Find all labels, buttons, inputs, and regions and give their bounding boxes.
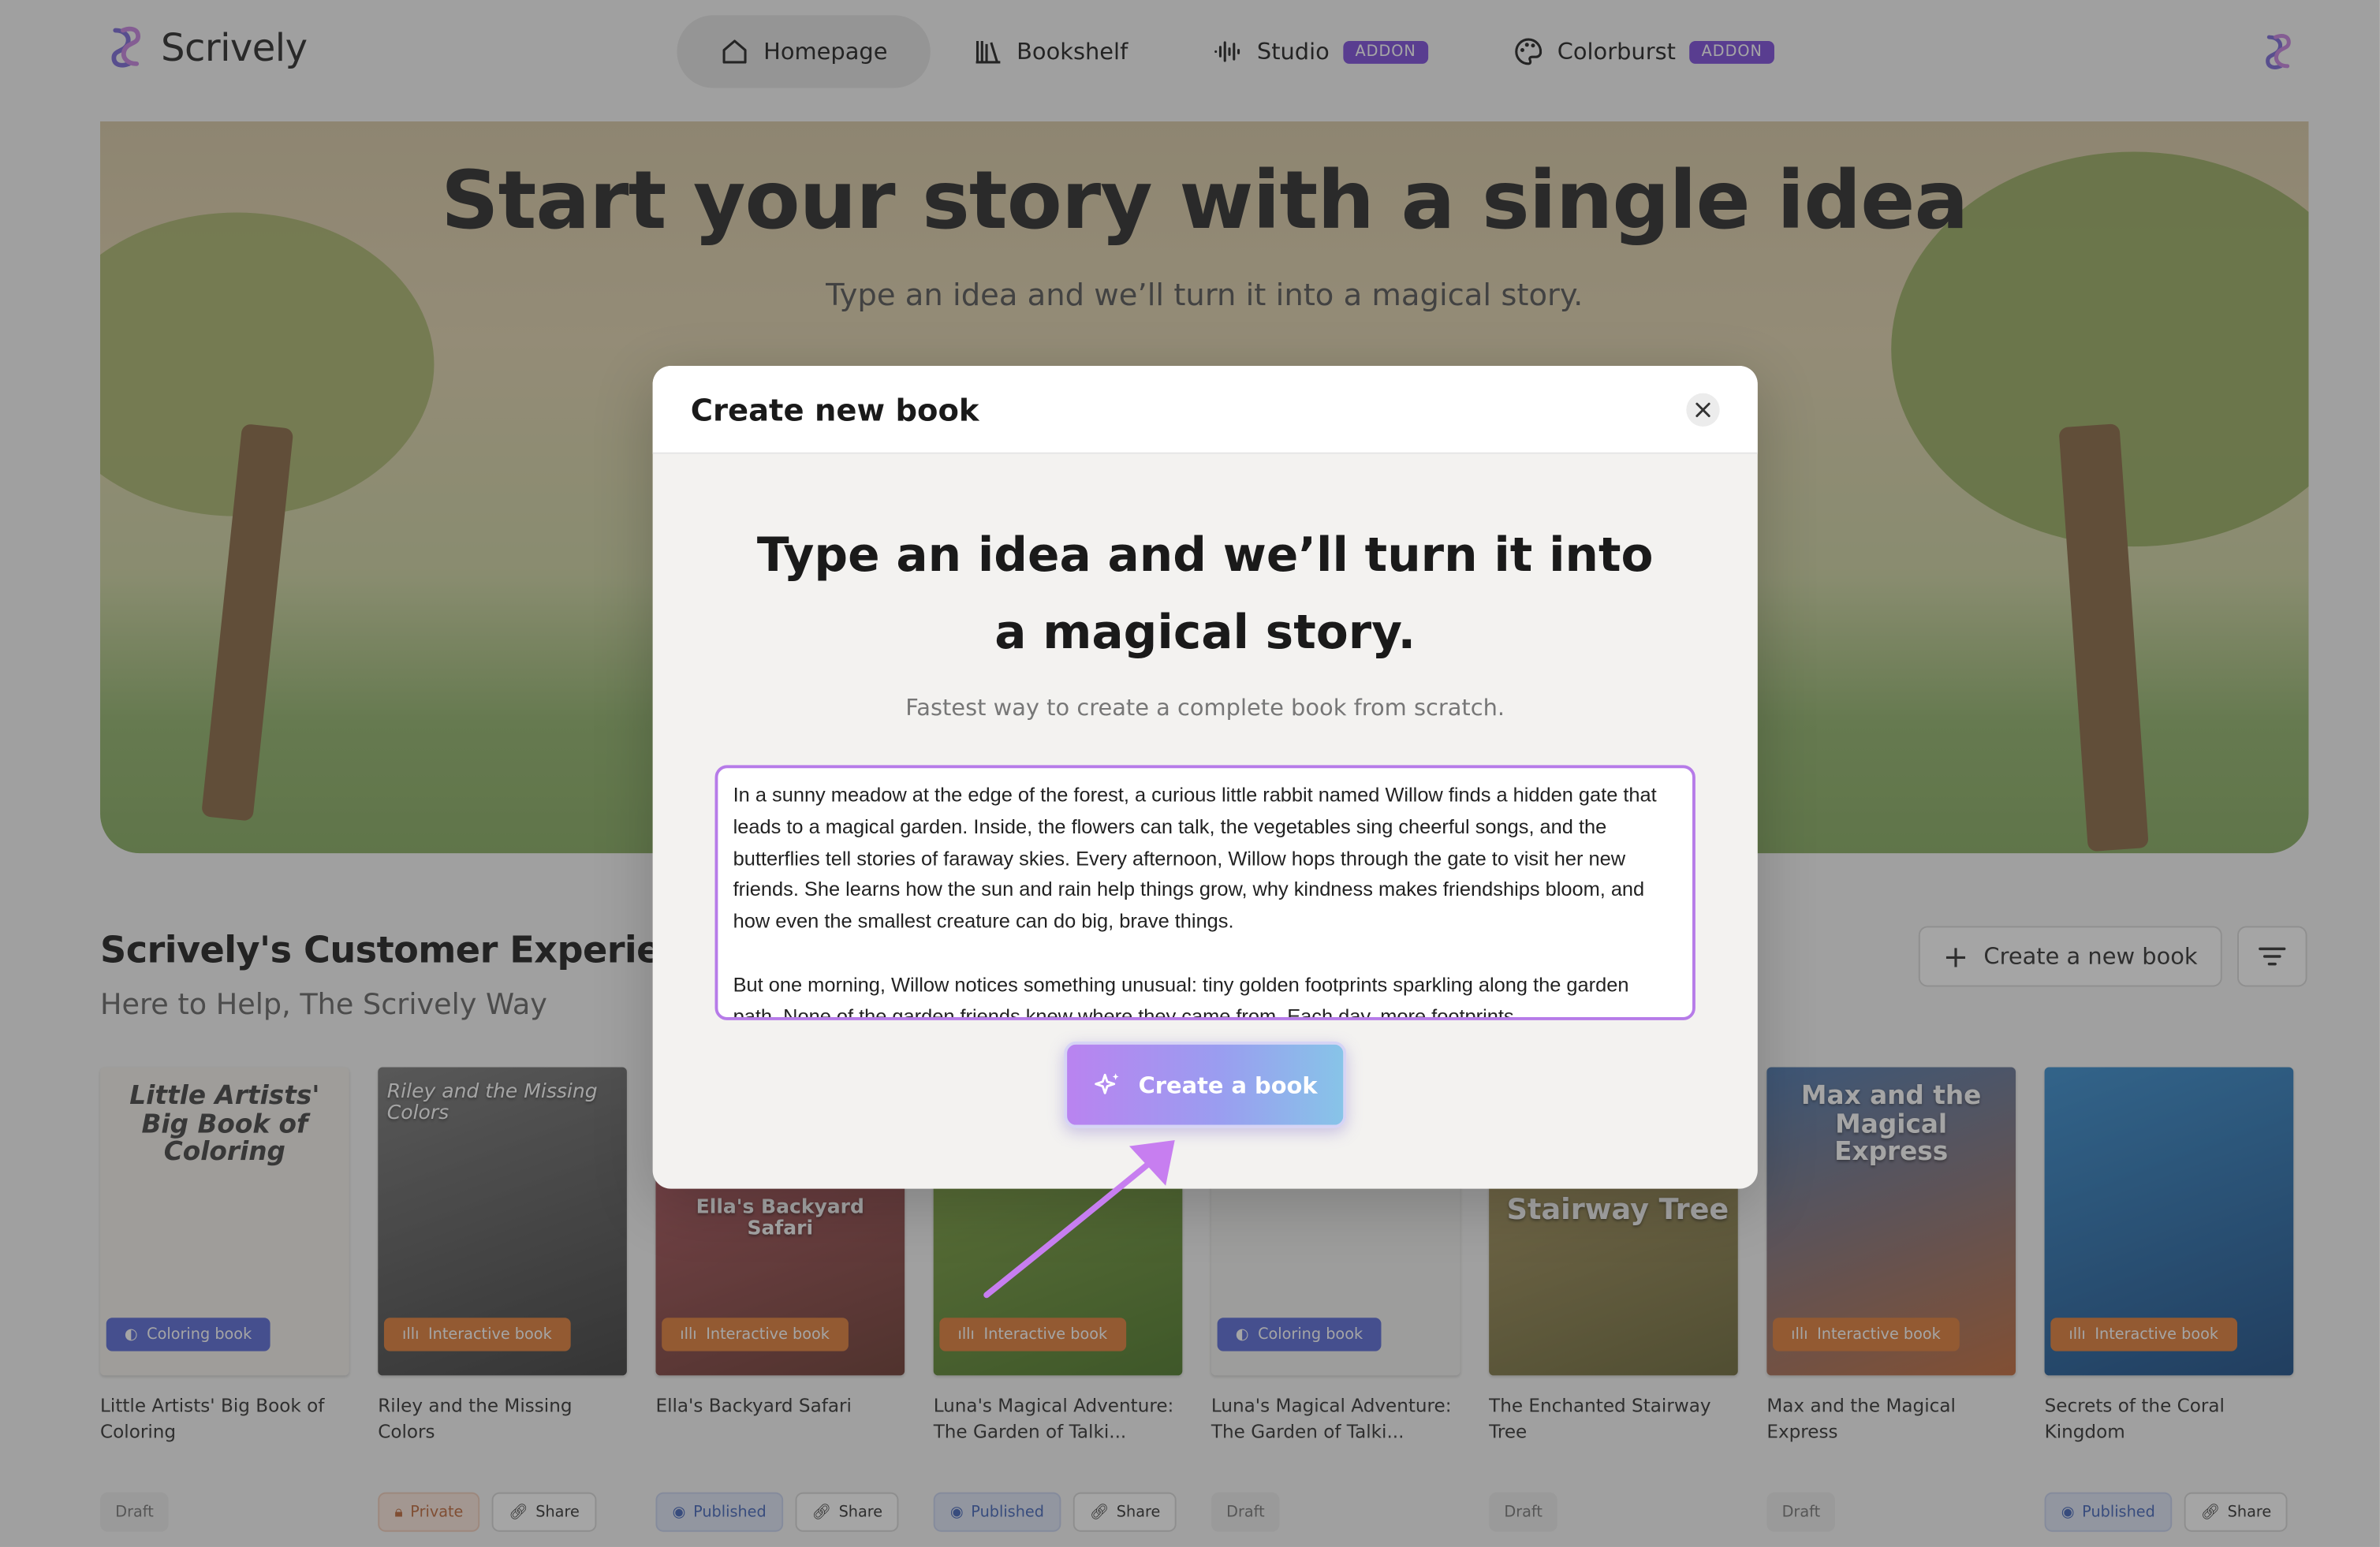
app-root: Scrively Homepage Bookshelf Studio ADDON…: [0, 0, 2380, 1547]
create-a-book-button[interactable]: Create a book: [1064, 1041, 1347, 1128]
dialog-heading: Type an idea and we’ll turn it into a ma…: [756, 528, 1654, 661]
close-icon: [1695, 402, 1710, 418]
story-idea-textarea[interactable]: In a sunny meadow at the edge of the for…: [714, 765, 1695, 1020]
create-a-book-label: Create a book: [1138, 1071, 1318, 1099]
pointer-arrow-icon: [983, 1139, 1175, 1299]
dialog-header: Create new book: [652, 366, 1758, 454]
create-book-dialog: Create new book Type an idea and we’ll t…: [652, 366, 1758, 1189]
dialog-title: Create new book: [690, 391, 979, 428]
sparkles-icon: [1095, 1072, 1119, 1094]
dialog-subheading: Fastest way to create a complete book fr…: [905, 693, 1505, 721]
close-button[interactable]: [1686, 393, 1720, 427]
